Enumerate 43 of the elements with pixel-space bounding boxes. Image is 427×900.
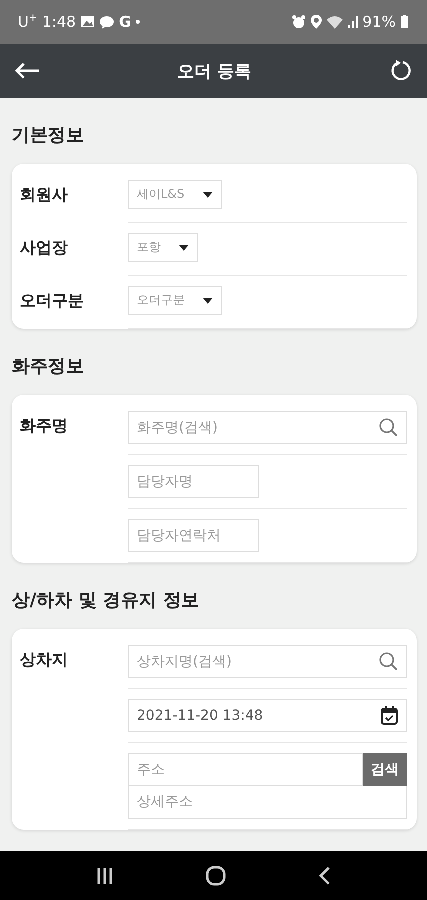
section-title: 상/하차 및 경유지 정보 xyxy=(12,589,200,613)
carrier-text: U$^{+}$ xyxy=(18,13,38,31)
alarm-icon xyxy=(292,15,306,29)
battery-icon xyxy=(401,15,409,29)
field-label: 사업장 xyxy=(20,237,69,259)
chat-icon xyxy=(100,16,114,28)
field-label: 오더구분 xyxy=(20,290,85,312)
clock-text: 1:48 xyxy=(42,13,76,31)
location-icon xyxy=(310,15,322,29)
input-field[interactable]: 담당자명 xyxy=(128,465,259,498)
home-icon[interactable] xyxy=(206,866,226,886)
section-title: 화주정보 xyxy=(12,355,85,379)
input-field[interactable]: 담당자연락처 xyxy=(128,519,259,552)
section-title: 기본정보 xyxy=(12,124,85,148)
field-label: 회원사 xyxy=(20,184,69,206)
back-arrow-icon[interactable] xyxy=(14,62,40,80)
notification-icon: G xyxy=(119,13,132,31)
page-title: 오더 등록 xyxy=(178,60,252,82)
detail-address-field[interactable]: 상세주소 xyxy=(128,786,407,819)
wifi-icon xyxy=(326,16,343,28)
battery-percent: 91% xyxy=(362,13,396,31)
caret-icon xyxy=(179,244,189,250)
dropdown[interactable]: 포항 xyxy=(128,233,198,262)
dropdown[interactable]: 오더구분 xyxy=(128,286,222,315)
signal-icon xyxy=(348,16,358,28)
dropdown[interactable]: 세이L&S xyxy=(128,180,222,209)
gallery-icon xyxy=(81,16,96,28)
search-icon xyxy=(379,418,398,437)
recent-apps-icon[interactable] xyxy=(96,868,112,884)
back-icon[interactable] xyxy=(318,866,330,884)
search-field[interactable]: 상차지명(검색) xyxy=(128,645,407,678)
caret-icon xyxy=(202,192,213,198)
address-field[interactable]: 주소 xyxy=(128,753,363,786)
dot-icon xyxy=(136,20,140,24)
refresh-icon[interactable] xyxy=(388,59,413,83)
calendar-icon xyxy=(381,706,398,725)
caret-icon xyxy=(203,298,213,304)
field-label: 화주명 xyxy=(20,415,69,437)
date-field[interactable]: 2021-11-20 13:48 xyxy=(128,699,407,732)
search-button[interactable]: 검색 xyxy=(363,753,407,786)
field-label: 상차지 xyxy=(20,649,69,671)
search-field[interactable]: 화주명(검색) xyxy=(128,411,407,444)
search-icon xyxy=(379,652,398,671)
